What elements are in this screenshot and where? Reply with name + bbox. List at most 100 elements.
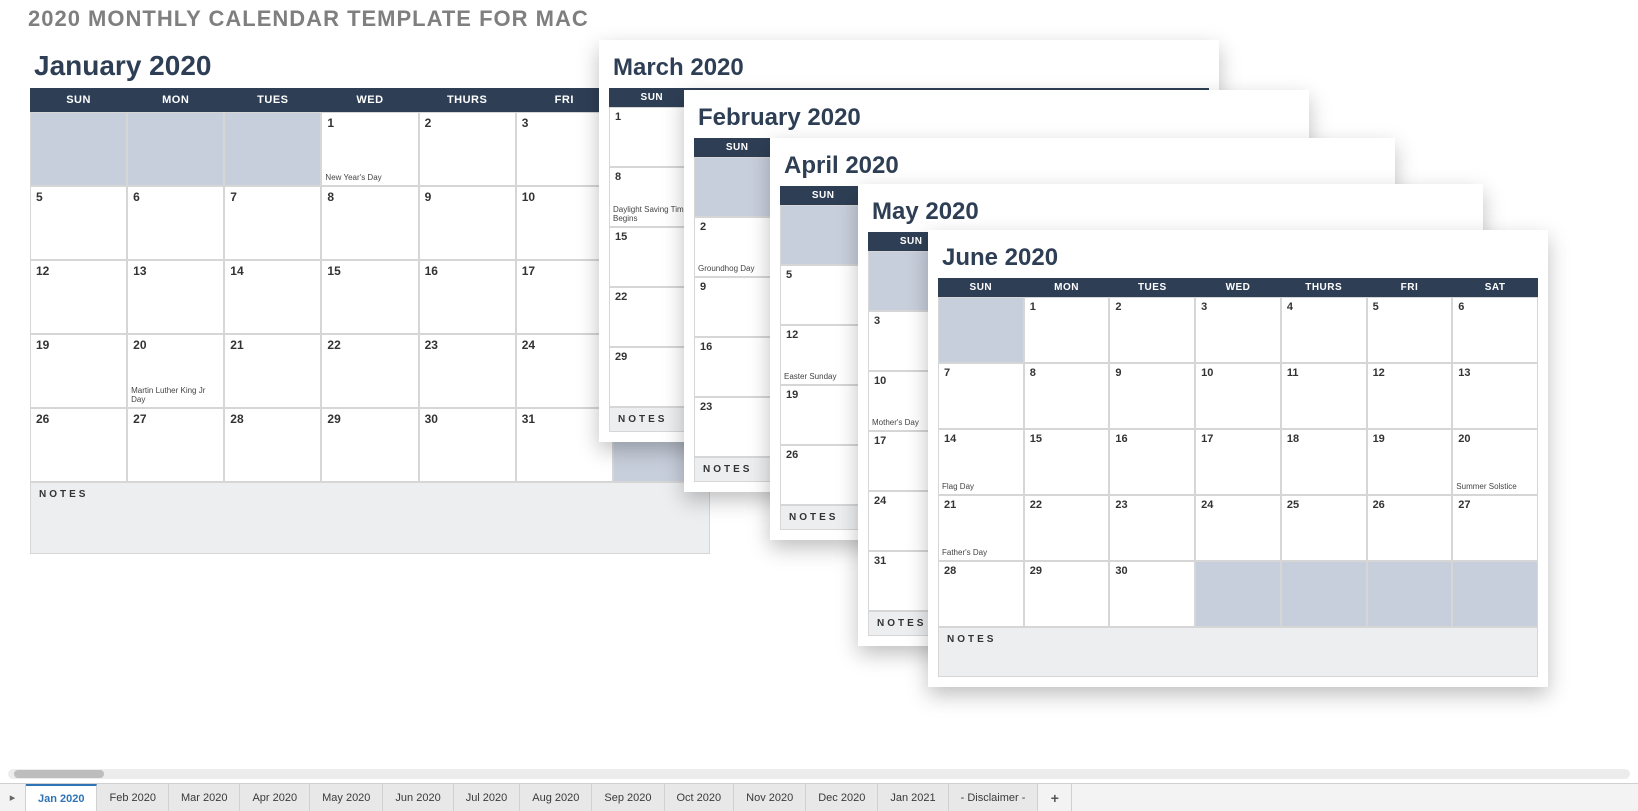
- calendar-cell[interactable]: 24: [1195, 495, 1281, 561]
- sheet-tab[interactable]: Nov 2020: [734, 784, 806, 811]
- weekday-label: TUES: [1109, 278, 1195, 297]
- calendar-cell[interactable]: 28: [224, 408, 321, 482]
- sheet-tab[interactable]: - Disclaimer -: [949, 784, 1039, 811]
- weekday-label: MON: [127, 88, 224, 112]
- calendar-cell[interactable]: 21Father's Day: [938, 495, 1024, 561]
- sheet-tab[interactable]: Jul 2020: [454, 784, 521, 811]
- calendar-cell[interactable]: 12: [30, 260, 127, 334]
- calendar-cell[interactable]: 29: [609, 347, 695, 407]
- weekday-label: SUN: [780, 186, 866, 205]
- calendar-cell[interactable]: [1195, 561, 1281, 627]
- calendar-cell[interactable]: 28: [938, 561, 1024, 627]
- calendar-cell[interactable]: 2: [419, 112, 516, 186]
- calendar-cell[interactable]: 26: [780, 445, 866, 505]
- calendar-cell[interactable]: 2: [1109, 297, 1195, 363]
- calendar-cell[interactable]: 16: [419, 260, 516, 334]
- calendar-cell[interactable]: 29: [1024, 561, 1110, 627]
- calendar-cell[interactable]: 23: [419, 334, 516, 408]
- calendar-cell[interactable]: [1281, 561, 1367, 627]
- calendar-cell[interactable]: 16: [694, 337, 780, 397]
- sheet-tab[interactable]: Jan 2021: [878, 784, 948, 811]
- calendar-cell[interactable]: 25: [1281, 495, 1367, 561]
- sheet-tab[interactable]: Jun 2020: [383, 784, 453, 811]
- calendar-cell[interactable]: 8: [1024, 363, 1110, 429]
- calendar-cell[interactable]: [1452, 561, 1538, 627]
- calendar-cell[interactable]: 15: [1024, 429, 1110, 495]
- calendar-cell[interactable]: 19: [1367, 429, 1453, 495]
- calendar-cell[interactable]: 19: [30, 334, 127, 408]
- calendar-cell[interactable]: 14: [224, 260, 321, 334]
- calendar-cell[interactable]: 9: [1109, 363, 1195, 429]
- calendar-cell[interactable]: 26: [1367, 495, 1453, 561]
- sheet-tab[interactable]: Aug 2020: [520, 784, 592, 811]
- day-note: Summer Solstice: [1456, 483, 1534, 492]
- calendar-cell[interactable]: 19: [780, 385, 866, 445]
- calendar-cell[interactable]: 15: [321, 260, 418, 334]
- calendar-cell[interactable]: 23: [694, 397, 780, 457]
- sheet-tab[interactable]: Sep 2020: [592, 784, 664, 811]
- calendar-cell[interactable]: 4: [1281, 297, 1367, 363]
- calendar-cell[interactable]: 1: [1024, 297, 1110, 363]
- day-number: 29: [1030, 565, 1042, 577]
- calendar-cell[interactable]: 9: [694, 277, 780, 337]
- calendar-cell[interactable]: 8: [321, 186, 418, 260]
- calendar-cell[interactable]: [224, 112, 321, 186]
- calendar-cell[interactable]: 22: [321, 334, 418, 408]
- calendar-cell[interactable]: 12Easter Sunday: [780, 325, 866, 385]
- tab-nav-prev-icon[interactable]: ▸: [0, 784, 26, 811]
- calendar-cell[interactable]: 11: [1281, 363, 1367, 429]
- calendar-cell[interactable]: 30: [1109, 561, 1195, 627]
- calendar-cell[interactable]: 5: [780, 265, 866, 325]
- calendar-cell[interactable]: [127, 112, 224, 186]
- calendar-cell[interactable]: [1367, 561, 1453, 627]
- calendar-cell[interactable]: 16: [1109, 429, 1195, 495]
- calendar-cell[interactable]: 12: [1367, 363, 1453, 429]
- sheet-tab[interactable]: Apr 2020: [240, 784, 310, 811]
- calendar-cell[interactable]: 3: [1195, 297, 1281, 363]
- add-sheet-button[interactable]: +: [1038, 784, 1072, 811]
- calendar-cell[interactable]: 6: [1452, 297, 1538, 363]
- calendar-cell[interactable]: 30: [419, 408, 516, 482]
- calendar-cell[interactable]: [938, 297, 1024, 363]
- calendar-cell[interactable]: 7: [938, 363, 1024, 429]
- calendar-cell[interactable]: 2Groundhog Day: [694, 217, 780, 277]
- calendar-cell[interactable]: 9: [419, 186, 516, 260]
- calendar-cell[interactable]: 29: [321, 408, 418, 482]
- calendar-cell[interactable]: [30, 112, 127, 186]
- calendar-cell[interactable]: 10: [1195, 363, 1281, 429]
- calendar-cell[interactable]: 22: [609, 287, 695, 347]
- sheet-tab[interactable]: Oct 2020: [665, 784, 735, 811]
- calendar-cell[interactable]: 22: [1024, 495, 1110, 561]
- day-number: 23: [425, 338, 438, 352]
- sheet-tab[interactable]: May 2020: [310, 784, 383, 811]
- calendar-cell[interactable]: 18: [1281, 429, 1367, 495]
- calendar-cell[interactable]: 20Summer Solstice: [1452, 429, 1538, 495]
- sheet-tab[interactable]: Dec 2020: [806, 784, 878, 811]
- calendar-cell[interactable]: 27: [127, 408, 224, 482]
- calendar-cell[interactable]: 15: [609, 227, 695, 287]
- calendar-cell[interactable]: [780, 205, 866, 265]
- calendar-cell[interactable]: 1New Year's Day: [321, 112, 418, 186]
- calendar-cell[interactable]: 26: [30, 408, 127, 482]
- calendar-cell[interactable]: 27: [1452, 495, 1538, 561]
- horizontal-scrollbar[interactable]: [8, 769, 1630, 779]
- calendar-cell[interactable]: 20Martin Luther King Jr Day: [127, 334, 224, 408]
- calendar-cell[interactable]: 7: [224, 186, 321, 260]
- day-number: 18: [1287, 433, 1299, 445]
- calendar-cell[interactable]: 1: [609, 107, 695, 167]
- calendar-cell[interactable]: [694, 157, 780, 217]
- calendar-cell[interactable]: 5: [1367, 297, 1453, 363]
- sheet-tab[interactable]: Mar 2020: [169, 784, 240, 811]
- sheet-tab[interactable]: Jan 2020: [26, 784, 97, 811]
- calendar-cell[interactable]: 5: [30, 186, 127, 260]
- calendar-cell[interactable]: 17: [1195, 429, 1281, 495]
- scrollbar-thumb[interactable]: [14, 770, 104, 778]
- calendar-cell[interactable]: 13: [127, 260, 224, 334]
- calendar-cell[interactable]: 13: [1452, 363, 1538, 429]
- sheet-tab[interactable]: Feb 2020: [97, 784, 168, 811]
- calendar-cell[interactable]: 21: [224, 334, 321, 408]
- calendar-cell[interactable]: 6: [127, 186, 224, 260]
- calendar-cell[interactable]: 14Flag Day: [938, 429, 1024, 495]
- calendar-cell[interactable]: 8Daylight Saving Time Begins: [609, 167, 695, 227]
- calendar-cell[interactable]: 23: [1109, 495, 1195, 561]
